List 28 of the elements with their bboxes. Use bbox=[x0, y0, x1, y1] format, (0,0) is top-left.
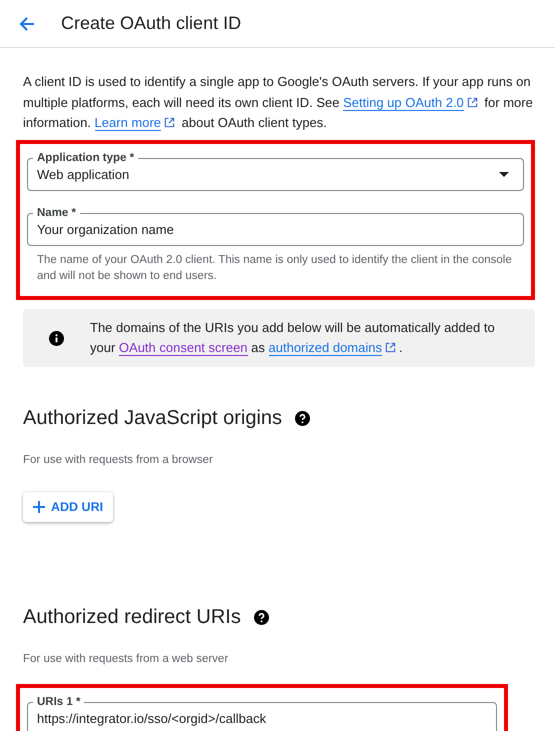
field-value: Your organization name bbox=[37, 222, 175, 236]
section-heading: Authorized JavaScript origins bbox=[23, 406, 282, 430]
input-field[interactable]: Name * Your organization name bbox=[27, 204, 524, 246]
field-value: Web application bbox=[37, 166, 130, 182]
dropdown-field[interactable]: Application type * Web application bbox=[27, 150, 524, 190]
link[interactable]: Learn more bbox=[94, 115, 162, 131]
link[interactable]: Setting up OAuth 2.0 bbox=[343, 94, 464, 110]
info-icon bbox=[49, 330, 64, 346]
input-field[interactable]: URIs 1 * https://integrator.io/sso/<orgid>/callback bbox=[27, 694, 497, 731]
add-uri-button[interactable]: ADD URI bbox=[23, 492, 114, 522]
link[interactable]: OAuth consent screen bbox=[118, 340, 248, 356]
help-icon[interactable] bbox=[295, 410, 310, 426]
section-description: For use with requests from a browser bbox=[23, 454, 214, 466]
back-arrow-icon[interactable] bbox=[19, 16, 35, 32]
plus-icon bbox=[33, 500, 45, 512]
section-heading: Authorized redirect URIs bbox=[23, 606, 241, 628]
body-text: The domains of the URIs you add below will be automatically added to your OAuth consent screen as authorized domains . bbox=[90, 318, 496, 358]
field-value: https://integrator.io/sso/<orgid>/callback bbox=[37, 710, 268, 726]
dropdown-arrow-icon bbox=[499, 172, 509, 176]
field-label: URIs 1 * bbox=[33, 694, 84, 708]
page-title: Create OAuth client ID bbox=[61, 13, 242, 34]
field-label: Application type * bbox=[33, 150, 138, 164]
body-text: A client ID is used to identify a single app to Google's OAuth servers. If your app runs on multiple platforms, each will need its own client ID. See Setting up OAuth 2.0 for more information. Learn more about OAuth client types. bbox=[23, 73, 534, 133]
helper-text: The name of your OAuth 2.0 client. This name is only used to identify the client in the console and will not be shown to end users. bbox=[37, 252, 513, 284]
help-icon[interactable] bbox=[254, 610, 269, 624]
section-description: For use with requests from a web server bbox=[23, 652, 230, 664]
link[interactable]: authorized domains bbox=[268, 340, 382, 356]
field-label: Name * bbox=[33, 206, 80, 220]
